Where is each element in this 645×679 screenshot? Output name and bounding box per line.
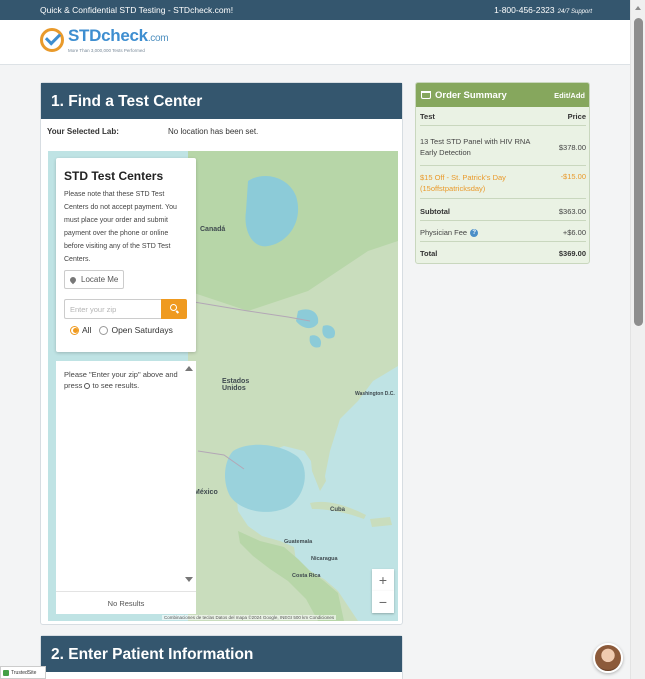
edit-add-link[interactable]: Edit/Add	[554, 91, 585, 100]
zip-input[interactable]: Enter your zip	[64, 299, 161, 319]
map-label-nicaragua: Nicaragua	[311, 556, 338, 562]
map-label-guatemala: Guatemala	[284, 539, 313, 545]
subtotal-label: Subtotal	[420, 207, 450, 216]
filter-saturdays-label[interactable]: Open Saturdays	[111, 325, 172, 335]
discount-name: $15 Off - St. Patrick's Day (15offstpatr…	[420, 173, 506, 193]
filter-options: All Open Saturdays	[70, 325, 173, 335]
filter-all-label[interactable]: All	[82, 325, 91, 335]
zip-search-button[interactable]	[161, 299, 187, 319]
magnifier-icon	[84, 383, 91, 390]
order-discount: $15 Off - St. Patrick's Day (15offstpatr…	[420, 172, 586, 199]
order-summary: Order Summary Edit/Add Test Price 13 Tes…	[415, 82, 590, 264]
scroll-up-icon[interactable]	[635, 6, 641, 10]
scroll-thumb[interactable]	[634, 18, 643, 326]
info-icon[interactable]: ?	[470, 229, 479, 238]
results-footer: No Results	[56, 591, 196, 614]
results-hint-part2: to see results.	[92, 381, 140, 390]
map-label-cuba: Cuba	[330, 507, 345, 513]
logo-suffix: .com	[147, 33, 169, 44]
selected-lab-value: No location has been set.	[168, 127, 259, 136]
item-price: $378.00	[558, 143, 586, 152]
col-test: Test	[420, 112, 435, 121]
selected-lab-label: Your Selected Lab:	[47, 127, 119, 136]
map-label-washington: Washington D.C.	[355, 391, 395, 397]
support-phone[interactable]: 1-800-456-2323 24/7 Support	[494, 5, 592, 15]
locate-me-button[interactable]: Locate Me	[64, 270, 125, 289]
subtotal-value: $363.00	[558, 207, 586, 216]
find-test-center-heading: 1. Find a Test Center	[41, 83, 402, 119]
search-icon	[170, 304, 177, 311]
finder-title: STD Test Centers	[64, 169, 164, 183]
site-header: STDcheck.com More Than 3,000,000 Tests P…	[0, 20, 630, 65]
fee-value: +$6.00	[562, 228, 586, 237]
site-logo[interactable]: STDcheck.com More Than 3,000,000 Tests P…	[40, 26, 169, 53]
map-attribution[interactable]: Combinaciones de teclas Datos del mapa ©…	[162, 615, 337, 620]
map-label-canada: Canadá	[200, 226, 226, 233]
trustedsite-badge[interactable]: TrustedSite	[0, 666, 46, 679]
finder-note: Please note that these STD Test Centers …	[64, 191, 177, 263]
order-item: 13 Test STD Panel with HIV RNA Early Det…	[420, 136, 586, 166]
order-total: Total $369.00	[420, 249, 586, 263]
patient-info-heading: 2. Enter Patient Information	[41, 636, 402, 672]
results-list[interactable]: Please "Enter your zip" above and press …	[56, 361, 196, 614]
phone-number[interactable]: 1-800-456-2323	[494, 5, 555, 15]
order-summary-header: Order Summary Edit/Add	[416, 83, 589, 107]
logo-check-icon	[40, 28, 64, 52]
page-scrollbar[interactable]	[630, 0, 645, 679]
map-label-costa-rica: Costa Rica	[292, 573, 321, 579]
total-label: Total	[420, 249, 438, 258]
cart-icon	[421, 91, 431, 99]
order-fee: Physician Fee ? +$6.00	[420, 228, 586, 242]
trustedsite-label: TrustedSite	[11, 669, 37, 676]
filter-all-radio[interactable]	[70, 325, 79, 335]
find-test-center-panel: 1. Find a Test Center Your Selected Lab:…	[40, 82, 403, 625]
map-label-usa: Estados Unidos	[222, 378, 250, 392]
locate-me-label: Locate Me	[81, 275, 119, 284]
test-center-finder: STD Test Centers Please note that these …	[56, 158, 196, 352]
map-label-mexico: México	[194, 489, 218, 496]
top-bar: Quick & Confidential STD Testing - STDch…	[0, 0, 630, 20]
order-summary-title: Order Summary	[435, 89, 507, 101]
fee-label: Physician Fee	[420, 228, 468, 237]
filter-saturdays-radio[interactable]	[99, 325, 109, 335]
results-scroll-down-icon[interactable]	[185, 577, 193, 582]
results-scroll-up-icon[interactable]	[185, 366, 193, 371]
top-bar-tagline: Quick & Confidential STD Testing - STDch…	[40, 5, 234, 15]
trustedsite-check-icon	[3, 669, 9, 676]
discount-price: -$15.00	[560, 172, 586, 181]
patient-info-panel: 2. Enter Patient Information	[40, 635, 403, 679]
zoom-out-button[interactable]: −	[372, 591, 394, 613]
support-label: 24/7 Support	[557, 9, 592, 15]
item-name: 13 Test STD Panel with HIV RNA Early Det…	[420, 137, 530, 157]
chat-avatar[interactable]	[593, 643, 623, 673]
map-pin-icon	[68, 275, 78, 284]
zoom-in-button[interactable]: +	[372, 569, 394, 591]
logo-name: STDcheck	[68, 26, 148, 45]
order-columns: Test Price	[420, 112, 586, 126]
col-price: Price	[567, 112, 586, 121]
results-hint: Please "Enter your zip" above and press …	[64, 369, 179, 391]
total-value: $369.00	[558, 249, 586, 258]
logo-tagline: More Than 3,000,000 Tests Performed	[68, 48, 145, 53]
order-subtotal: Subtotal $363.00	[420, 207, 586, 221]
